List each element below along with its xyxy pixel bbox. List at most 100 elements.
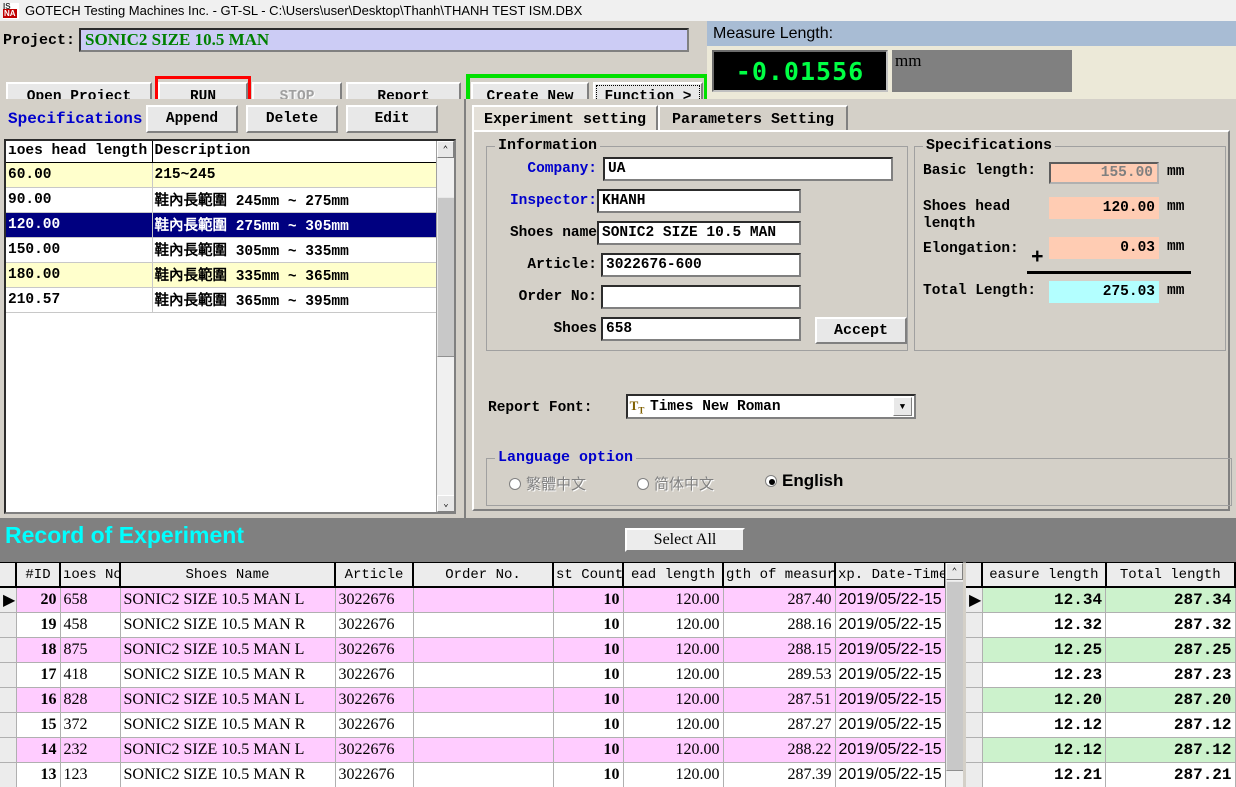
order-no-field[interactable] xyxy=(601,285,801,309)
language-option-legend: Language option xyxy=(495,449,636,466)
project-value-field[interactable]: SONIC2 SIZE 10.5 MAN xyxy=(79,28,689,52)
record-of-experiment-title: Record of Experiment xyxy=(5,522,244,549)
cell-article: 3022676 xyxy=(335,662,413,687)
scroll-down-icon[interactable]: ⌄ xyxy=(437,495,455,512)
shoes-label: Shoes xyxy=(505,321,597,337)
record-grid-left[interactable]: #ID ıoes No Shoes Name Article Order No.… xyxy=(0,562,963,787)
scroll-up-icon[interactable]: ⌃ xyxy=(946,563,963,580)
col-exp-datetime[interactable]: xp. Date-Time xyxy=(835,563,945,587)
specifications-header: Specifications Append Delete Edit xyxy=(0,105,466,135)
col-shoes-head-length[interactable]: ıoes head length xyxy=(6,141,152,162)
cell-shoes-no: 875 xyxy=(60,637,120,662)
cell-order-no xyxy=(413,612,553,637)
specifications-summary-legend: Specifications xyxy=(923,137,1055,154)
table-row[interactable]: ▶ 12.34 287.34 xyxy=(966,587,1235,612)
scrollbar-thumb[interactable] xyxy=(946,581,963,771)
row-marker-cell xyxy=(966,612,982,637)
accept-button[interactable]: Accept xyxy=(815,317,907,344)
table-row[interactable]: 17 418 SONIC2 SIZE 10.5 MAN R 3022676 10… xyxy=(0,662,945,687)
cell-test-count: 10 xyxy=(553,662,623,687)
record-left-scrollbar[interactable]: ⌃ xyxy=(945,563,963,787)
cell-head-length: 120.00 xyxy=(623,687,723,712)
col-measure-length[interactable]: easure length xyxy=(982,563,1105,587)
cell-head-length: 120.00 xyxy=(623,712,723,737)
elongation-label: Elongation: xyxy=(923,241,1047,257)
specifications-grid[interactable]: ıoes head length Description 60.00 215~2… xyxy=(4,139,456,514)
radio-dot-icon[interactable] xyxy=(637,478,649,490)
table-row[interactable]: 150.00 鞋內長範圍 305mm ~ 335mm xyxy=(6,237,440,262)
cell-order-no xyxy=(413,762,553,787)
report-font-label: Report Font: xyxy=(488,400,624,416)
table-row[interactable]: 16 828 SONIC2 SIZE 10.5 MAN L 3022676 10… xyxy=(0,687,945,712)
table-row-selected[interactable]: 120.00 鞋內長範圍 275mm ~ 305mm xyxy=(6,212,440,237)
col-total-length[interactable]: Total length xyxy=(1106,563,1235,587)
radio-traditional-chinese[interactable]: 繁體中文 xyxy=(509,473,586,494)
table-row[interactable]: 90.00 鞋內長範圍 245mm ~ 275mm xyxy=(6,187,440,212)
col-article[interactable]: Article xyxy=(335,563,413,587)
radio-dot-icon[interactable] xyxy=(509,478,521,490)
table-row[interactable]: 15 372 SONIC2 SIZE 10.5 MAN R 3022676 10… xyxy=(0,712,945,737)
table-row[interactable]: 12.21 287.21 xyxy=(966,762,1235,787)
record-grid-right[interactable]: easure length Total length ▶ 12.34 287.3… xyxy=(966,562,1236,787)
col-description[interactable]: Description xyxy=(152,141,440,162)
radio-simplified-chinese[interactable]: 简体中文 xyxy=(637,473,714,494)
table-row[interactable]: ▶ 20 658 SONIC2 SIZE 10.5 MAN L 3022676 … xyxy=(0,587,945,612)
shoes-field[interactable]: 658 xyxy=(601,317,801,341)
company-field[interactable]: UA xyxy=(603,157,893,181)
table-row[interactable]: 12.25 287.25 xyxy=(966,637,1235,662)
table-row[interactable]: 19 458 SONIC2 SIZE 10.5 MAN R 3022676 10… xyxy=(0,612,945,637)
total-length-value: 275.03 xyxy=(1049,281,1159,303)
edit-button[interactable]: Edit xyxy=(346,105,438,133)
cell-article: 3022676 xyxy=(335,612,413,637)
radio-dot-icon[interactable] xyxy=(765,475,777,487)
radio-english[interactable]: English xyxy=(765,471,843,491)
table-row[interactable]: 60.00 215~245 xyxy=(6,162,440,187)
shoes-name-field[interactable]: SONIC2 SIZE 10.5 MAN xyxy=(597,221,801,245)
row-marker-cell xyxy=(966,737,982,762)
project-row: Project: SONIC2 SIZE 10.5 MAN xyxy=(3,28,689,52)
scroll-up-icon[interactable]: ⌃ xyxy=(437,141,454,158)
table-row[interactable]: 12.32 287.32 xyxy=(966,612,1235,637)
specifications-scrollbar[interactable]: ⌃ ⌄ xyxy=(436,141,454,512)
cell-total-length: 287.34 xyxy=(1106,587,1235,612)
table-row[interactable]: 210.57 鞋內長範圍 365mm ~ 395mm xyxy=(6,287,440,312)
row-marker-cell xyxy=(0,712,16,737)
article-field[interactable]: 3022676-600 xyxy=(601,253,801,277)
col-id[interactable]: #ID xyxy=(16,563,60,587)
tab-experiment-setting[interactable]: Experiment setting xyxy=(472,105,658,131)
table-row[interactable]: 12.20 287.20 xyxy=(966,687,1235,712)
inspector-field[interactable]: KHANH xyxy=(597,189,801,213)
col-shoes-no[interactable]: ıoes No xyxy=(60,563,120,587)
table-row[interactable]: 12.12 287.12 xyxy=(966,712,1235,737)
col-shoes-name[interactable]: Shoes Name xyxy=(120,563,335,587)
table-row[interactable]: 12.23 287.23 xyxy=(966,662,1235,687)
total-length-label: Total Length: xyxy=(923,283,1043,300)
table-row[interactable]: 180.00 鞋內長範圍 335mm ~ 365mm xyxy=(6,262,440,287)
scrollbar-thumb[interactable] xyxy=(437,197,455,357)
col-test-count[interactable]: st Count xyxy=(553,563,623,587)
row-marker-cell xyxy=(966,762,982,787)
table-row[interactable]: 14 232 SONIC2 SIZE 10.5 MAN L 3022676 10… xyxy=(0,737,945,762)
cell-measure-length: 12.20 xyxy=(982,687,1105,712)
report-font-combobox[interactable]: TT Times New Roman ▼ xyxy=(626,394,916,419)
row-marker-cell xyxy=(0,762,16,787)
select-all-button[interactable]: Select All xyxy=(625,528,745,552)
col-order-no[interactable]: Order No. xyxy=(413,563,553,587)
cell-measure-length: 12.21 xyxy=(982,762,1105,787)
delete-button[interactable]: Delete xyxy=(246,105,338,133)
cell-head-length: 120.00 xyxy=(623,762,723,787)
tab-parameters-setting[interactable]: Parameters Setting xyxy=(658,105,848,131)
spec-length: 120.00 xyxy=(6,212,152,237)
chevron-down-icon[interactable]: ▼ xyxy=(893,397,912,416)
cell-test-count: 10 xyxy=(553,687,623,712)
cell-head-length: 120.00 xyxy=(623,612,723,637)
table-row[interactable]: 12.12 287.12 xyxy=(966,737,1235,762)
table-row[interactable]: 13 123 SONIC2 SIZE 10.5 MAN R 3022676 10… xyxy=(0,762,945,787)
measure-length-title: Measure Length: xyxy=(707,21,1236,46)
col-head-length[interactable]: ead length xyxy=(623,563,723,587)
append-button[interactable]: Append xyxy=(146,105,238,133)
basic-length-label: Basic length: xyxy=(923,163,1043,180)
table-row[interactable]: 18 875 SONIC2 SIZE 10.5 MAN L 3022676 10… xyxy=(0,637,945,662)
cell-exp-datetime: 2019/05/22-15 xyxy=(835,687,945,712)
col-length-of-measurement[interactable]: gth of measurement xyxy=(723,563,835,587)
